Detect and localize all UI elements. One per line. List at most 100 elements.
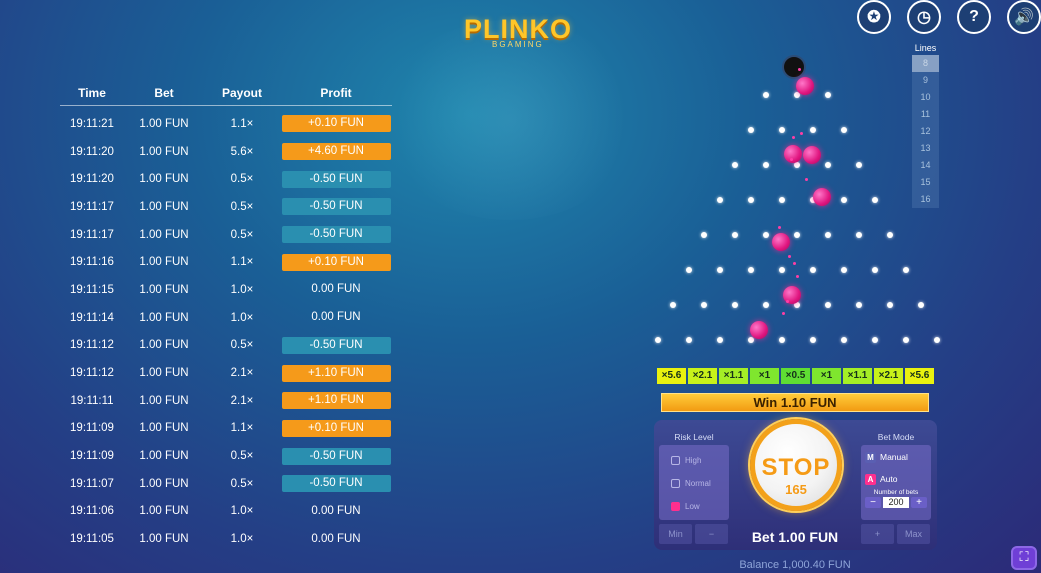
multiplier-slot: ×1 (812, 368, 841, 384)
fullscreen-icon[interactable]: ⛶ (1011, 546, 1037, 570)
history-time: 19:11:07 (70, 477, 114, 490)
history-payout: 1.0× (230, 311, 254, 324)
plinko-ball (772, 233, 790, 251)
peg (840, 267, 847, 273)
history-profit-cell: -0.50 FUN (280, 170, 392, 188)
history-payout: 1.1× (230, 422, 254, 435)
history-profit-cell: +0.10 FUN (280, 419, 392, 437)
lines-option[interactable]: 12 (912, 123, 939, 140)
max-bet-button[interactable]: Max (897, 524, 930, 544)
ball-trail-spark (796, 275, 799, 278)
history-payout: 0.5× (230, 339, 254, 352)
header-bet: Bet (154, 86, 174, 100)
peg (716, 197, 723, 203)
plinko-ball (784, 145, 802, 163)
min-bet-button[interactable]: Min (659, 524, 692, 544)
plinko-ball (813, 188, 831, 206)
peg (825, 92, 831, 98)
plinko-ball (796, 77, 814, 95)
peg (701, 302, 707, 308)
number-of-bets-label: Number of bets (873, 489, 919, 496)
history-icon[interactable]: ◷ (907, 0, 941, 34)
history-row: 19:11:09 1.00 FUN 0.5× -0.50 FUN (60, 442, 392, 470)
plinko-ball (750, 321, 768, 339)
peg (856, 302, 862, 308)
history-time: 19:11:16 (70, 256, 114, 269)
sound-icon[interactable]: 🔊 (1007, 0, 1041, 34)
history-time: 19:11:05 (70, 533, 114, 546)
lines-option[interactable]: 11 (912, 106, 939, 123)
peg (763, 232, 769, 238)
peg (825, 302, 831, 308)
lines-option[interactable]: 9 (912, 72, 939, 89)
peg (778, 267, 785, 273)
ball-trail-spark (788, 255, 791, 258)
history-payout: 0.5× (230, 450, 254, 463)
ball-trail-spark (805, 178, 808, 181)
manual-label: Manual (880, 452, 908, 462)
history-profit: +4.60 FUN (281, 143, 391, 161)
history-row: 19:11:21 1.00 FUN 1.1× +0.10 FUN (60, 110, 392, 138)
history-time: 19:11:20 (70, 173, 114, 186)
peg (825, 232, 831, 238)
history-profit: +0.10 FUN (281, 419, 391, 437)
lines-option[interactable]: 13 (912, 140, 939, 157)
history-bet: 1.00 FUN (139, 283, 189, 296)
header-payout: Payout (221, 86, 262, 100)
increase-bets-button[interactable]: + (911, 497, 927, 508)
risk-options: High Normal Low (659, 445, 729, 520)
history-payout: 0.5× (230, 228, 254, 241)
peg (794, 232, 800, 238)
history-payout: 0.5× (230, 200, 254, 213)
history-time: 19:11:09 (70, 422, 114, 435)
history-bet: 1.00 FUN (139, 145, 189, 158)
history-time: 19:11:17 (70, 200, 114, 213)
help-icon[interactable]: ? (957, 0, 991, 34)
history-row: 19:11:14 1.00 FUN 1.0× 0.00 FUN (60, 304, 392, 332)
history-bet: 1.00 FUN (139, 450, 189, 463)
ball-trail-spark (798, 68, 801, 71)
history-row: 19:11:07 1.00 FUN 0.5× -0.50 FUN (60, 470, 392, 498)
history-payout: 1.0× (230, 505, 254, 518)
risk-option-normal[interactable]: Normal (663, 472, 725, 495)
achievements-icon[interactable]: ✪ (857, 0, 891, 34)
number-of-bets-input[interactable]: 200 (883, 497, 909, 508)
multiplier-slot: ×5.6 (657, 368, 686, 384)
peg (856, 232, 862, 238)
history-profit-cell: 0.00 FUN (280, 503, 392, 520)
lines-option[interactable]: 16 (912, 191, 939, 208)
peg (732, 302, 738, 308)
risk-option-high[interactable]: High (663, 449, 725, 472)
mode-auto-option[interactable]: A Auto (865, 471, 927, 487)
history-time: 19:11:17 (70, 228, 114, 241)
risk-level: Risk Level High Normal Low (659, 432, 729, 520)
bet-amount: Bet 1.00 FUN (751, 529, 839, 545)
lines-option[interactable]: 8 (912, 55, 939, 72)
history-time: 19:11:21 (70, 117, 114, 130)
peg (902, 267, 909, 273)
history-row: 19:11:12 1.00 FUN 0.5× -0.50 FUN (60, 332, 392, 360)
multiplier-slot: ×5.6 (905, 368, 934, 384)
win-banner: Win 1.10 FUN (661, 393, 929, 412)
risk-option-low[interactable]: Low (663, 495, 725, 518)
autobet-remaining-count: 165 (785, 482, 807, 497)
stop-button[interactable]: STOP 165 (750, 419, 842, 511)
peg (685, 337, 692, 343)
lines-option[interactable]: 15 (912, 174, 939, 191)
top-toolbar: ✪ ◷ ? 🔊 (857, 0, 1041, 34)
history-profit-cell: 0.00 FUN (280, 281, 392, 298)
history-row: 19:11:12 1.00 FUN 2.1× +1.10 FUN (60, 359, 392, 387)
peg (732, 162, 738, 168)
lines-option[interactable]: 10 (912, 89, 939, 106)
decrease-bets-button[interactable]: − (865, 497, 881, 508)
peg (933, 337, 940, 343)
lines-list: 8 9 10 11 12 13 14 15 16 (912, 55, 939, 208)
peg (809, 127, 816, 133)
mode-manual-option[interactable]: M Manual (865, 449, 927, 465)
peg (856, 162, 862, 168)
lines-option[interactable]: 14 (912, 157, 939, 174)
peg (763, 162, 769, 168)
history-payout: 1.1× (230, 256, 254, 269)
history-profit-cell: 0.00 FUN (280, 309, 392, 326)
history-profit-cell: +1.10 FUN (280, 364, 392, 382)
